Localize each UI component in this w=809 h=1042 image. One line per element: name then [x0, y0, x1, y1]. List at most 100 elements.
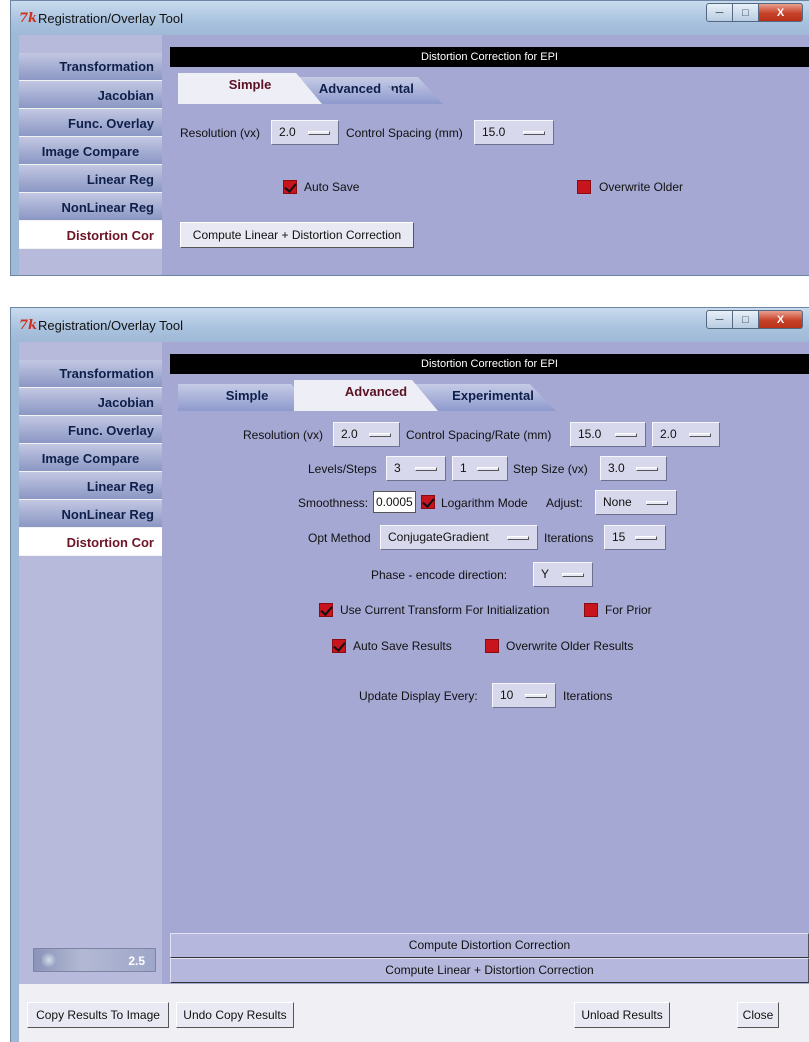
resolution-dropdown[interactable]: 2.0	[271, 120, 339, 145]
resolution-label: Resolution (vx)	[243, 428, 324, 442]
resolution-value: 2.0	[279, 125, 296, 139]
control-spacing-rate-label: Control Spacing/Rate (mm)	[406, 428, 552, 442]
sidebar-item-nonlinear-reg[interactable]: NonLinear Reg	[19, 193, 162, 221]
sidebar-item-transformation[interactable]: Transformation	[19, 53, 162, 81]
version-icon	[42, 953, 56, 967]
for-prior-checkbox[interactable]	[584, 603, 598, 617]
minimize-button[interactable]: ─	[706, 3, 733, 22]
sidebar-item-jacobian[interactable]: Jacobian	[19, 388, 162, 416]
caption-buttons: ─ □ X	[706, 310, 803, 329]
sidebar-item-nonlinear-reg[interactable]: NonLinear Reg	[19, 500, 162, 528]
minimize-button[interactable]: ─	[706, 310, 733, 329]
bottom-button-bar: Copy Results To Image Undo Copy Results …	[19, 984, 809, 1042]
steps-value: 1	[460, 461, 467, 475]
rate-value: 2.0	[660, 427, 677, 441]
close-icon: X	[776, 6, 785, 19]
opt-method-label: Opt Method	[308, 531, 371, 545]
update-display-dropdown[interactable]: 10	[492, 683, 556, 708]
minimize-icon: ─	[715, 313, 724, 326]
sidebar-item-jacobian[interactable]: Jacobian	[19, 81, 162, 109]
logarithm-mode-checkbox[interactable]	[421, 495, 435, 509]
window-client: Transformation Jacobian Func. Overlay Im…	[19, 35, 809, 275]
opt-method-dropdown[interactable]: ConjugateGradient	[380, 525, 538, 550]
iterations-label: Iterations	[544, 531, 594, 545]
control-spacing-label: Control Spacing (mm)	[346, 126, 463, 140]
adjust-dropdown[interactable]: None	[595, 490, 677, 515]
compute-distortion-button[interactable]: Compute Distortion Correction	[170, 933, 809, 958]
resolution-value: 2.0	[341, 427, 358, 441]
maximize-button[interactable]: □	[733, 310, 759, 329]
sidebar-item-func-overlay[interactable]: Func. Overlay	[19, 109, 162, 137]
title-bar[interactable]: 7k Registration/Overlay Tool ─ □ X	[11, 1, 809, 35]
close-icon: X	[776, 313, 785, 326]
phase-encode-label: Phase - encode direction:	[371, 568, 508, 582]
caption-buttons: ─ □ X	[706, 3, 803, 22]
unload-results-button[interactable]: Unload Results	[574, 1002, 670, 1028]
tab-bar: Experimental Advanced Simple	[170, 67, 809, 104]
steps-dropdown[interactable]: 1	[452, 456, 508, 481]
window-client: Transformation Jacobian Func. Overlay Im…	[19, 342, 809, 1042]
sidebar-item-linear-reg[interactable]: Linear Reg	[19, 472, 162, 500]
dropdown-indicator-icon	[308, 131, 330, 135]
for-prior-label: For Prior	[605, 603, 652, 617]
step-size-value: 3.0	[608, 461, 625, 475]
tk-logo-icon: 7k	[19, 318, 38, 333]
overwrite-older-results-checkbox[interactable]	[485, 639, 499, 653]
sidebar-item-image-compare[interactable]: Image Compare	[19, 444, 162, 472]
sidebar: Transformation Jacobian Func. Overlay Im…	[19, 342, 162, 1042]
smoothness-input[interactable]: 0.0005	[373, 491, 416, 513]
auto-save-checkbox[interactable]	[283, 180, 297, 194]
update-display-label: Update Display Every:	[359, 689, 478, 703]
compute-linear-distortion-button[interactable]: Compute Linear + Distortion Correction	[170, 958, 809, 983]
undo-copy-button[interactable]: Undo Copy Results	[176, 1002, 294, 1028]
use-current-transform-checkbox[interactable]	[319, 603, 333, 617]
logarithm-mode-label: Logarithm Mode	[441, 496, 528, 510]
close-window-button[interactable]: X	[759, 3, 803, 22]
dropdown-indicator-icon	[636, 467, 658, 471]
sidebar-item-linear-reg[interactable]: Linear Reg	[19, 165, 162, 193]
iterations-dropdown[interactable]: 15	[604, 525, 666, 550]
simple-tab-content: Resolution (vx) 2.0 Control Spacing (mm)…	[170, 104, 809, 275]
maximize-button[interactable]: □	[733, 3, 759, 22]
levels-dropdown[interactable]: 3	[386, 456, 446, 481]
advanced-tab-content: Resolution (vx) 2.0 Control Spacing/Rate…	[170, 411, 809, 984]
phase-encode-dropdown[interactable]: Y	[533, 562, 593, 587]
step-size-dropdown[interactable]: 3.0	[600, 456, 667, 481]
rate-dropdown[interactable]: 2.0	[652, 422, 720, 447]
sidebar-item-distortion-cor[interactable]: Distortion Cor	[19, 221, 162, 249]
step-size-label: Step Size (vx)	[513, 462, 588, 476]
overwrite-older-checkbox[interactable]	[577, 180, 591, 194]
update-display-suffix: Iterations	[563, 689, 613, 703]
dropdown-indicator-icon	[615, 433, 637, 437]
sidebar-item-image-compare[interactable]: Image Compare	[19, 137, 162, 165]
sidebar-item-func-overlay[interactable]: Func. Overlay	[19, 416, 162, 444]
title-bar[interactable]: 7k Registration/Overlay Tool ─ □ X	[11, 308, 809, 342]
auto-save-label: Auto Save	[304, 180, 360, 194]
window-title: Registration/Overlay Tool	[38, 318, 183, 333]
dropdown-indicator-icon	[369, 433, 391, 437]
resolution-dropdown[interactable]: 2.0	[333, 422, 400, 447]
close-button[interactable]: Close	[737, 1002, 779, 1028]
registration-window-advanced: 7k Registration/Overlay Tool ─ □ X Trans…	[10, 307, 809, 1042]
overwrite-older-results-label: Overwrite Older Results	[506, 639, 634, 653]
sidebar-item-distortion-cor[interactable]: Distortion Cor	[19, 528, 162, 556]
version-badge: 2.5	[33, 948, 156, 972]
auto-save-results-checkbox[interactable]	[332, 639, 346, 653]
control-spacing-dropdown[interactable]: 15.0	[570, 422, 646, 447]
copy-results-button[interactable]: Copy Results To Image	[27, 1002, 169, 1028]
window-title: Registration/Overlay Tool	[38, 11, 183, 26]
sidebar-item-transformation[interactable]: Transformation	[19, 360, 162, 388]
dropdown-indicator-icon	[523, 131, 545, 135]
dropdown-indicator-icon	[646, 501, 668, 505]
auto-save-results-label: Auto Save Results	[353, 639, 452, 653]
smoothness-label: Smoothness:	[298, 496, 369, 510]
dropdown-indicator-icon	[415, 467, 437, 471]
dropdown-indicator-icon	[507, 536, 529, 540]
dropdown-indicator-icon	[477, 467, 499, 471]
panel-title: Distortion Correction for EPI	[170, 47, 809, 67]
close-window-button[interactable]: X	[759, 310, 803, 329]
compute-linear-distortion-button[interactable]: Compute Linear + Distortion Correction	[180, 222, 414, 248]
control-spacing-dropdown[interactable]: 15.0	[474, 120, 554, 145]
tk-logo-icon: 7k	[19, 11, 38, 26]
opt-method-value: ConjugateGradient	[388, 530, 489, 544]
